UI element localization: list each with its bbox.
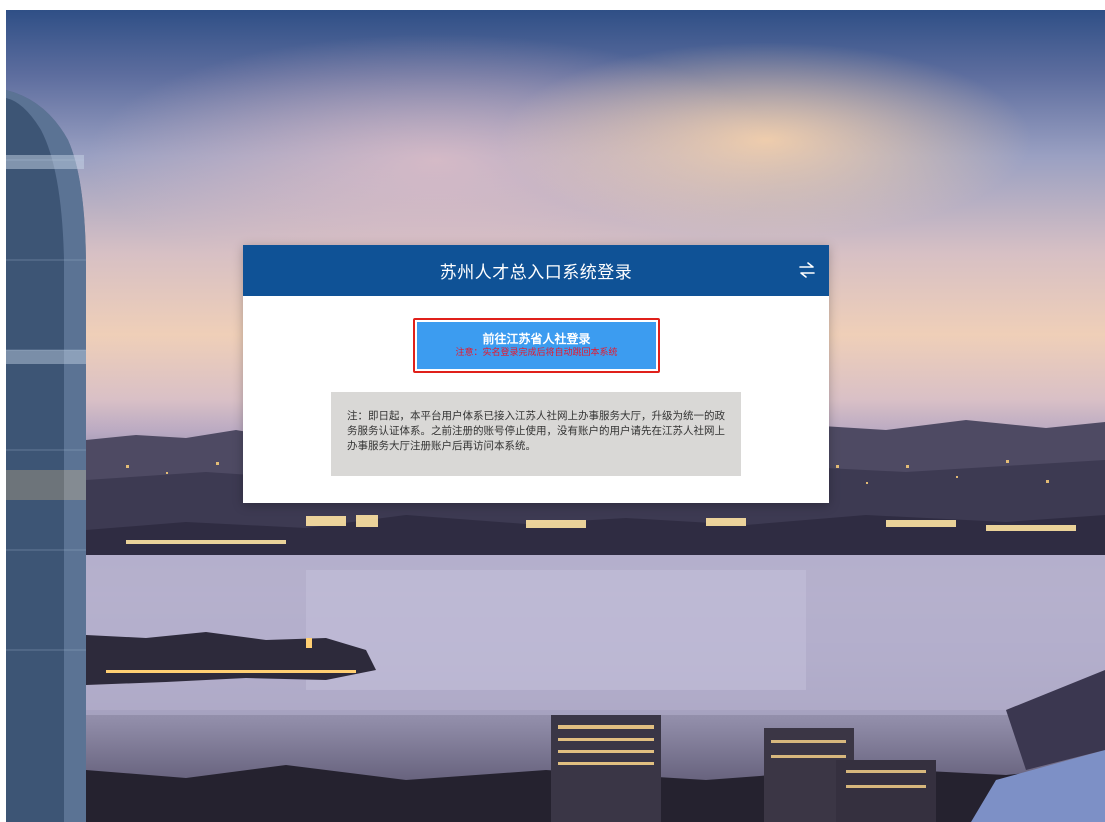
panel-title: 苏州人才总入口系统登录 (439, 263, 633, 283)
jiangsu-login-button[interactable]: 前往江苏省人社登录 注意：实名登录完成后将自动跳回本系统 (417, 322, 656, 369)
panel-header: 苏州人才总入口系统登录 (243, 245, 829, 296)
login-button-label: 前往江苏省人社登录 (482, 332, 591, 346)
switch-arrows-icon[interactable] (797, 260, 817, 280)
notice-text: 注：即日起，本平台用户体系已接入江苏人社网上办事服务大厅，升级为统一的政务服务认… (347, 410, 725, 452)
notice-box: 注：即日起，本平台用户体系已接入江苏人社网上办事服务大厅，升级为统一的政务服务认… (331, 392, 741, 476)
login-button-highlight: 前往江苏省人社登录 注意：实名登录完成后将自动跳回本系统 (413, 318, 660, 373)
login-panel: 苏州人才总入口系统登录 前往江苏省人社登录 注意：实名登录完成后将自动跳回本系统… (243, 245, 829, 503)
login-button-sub-label: 注意：实名登录完成后将自动跳回本系统 (455, 348, 618, 358)
login-page: 苏州人才总入口系统登录 前往江苏省人社登录 注意：实名登录完成后将自动跳回本系统… (0, 0, 1105, 822)
